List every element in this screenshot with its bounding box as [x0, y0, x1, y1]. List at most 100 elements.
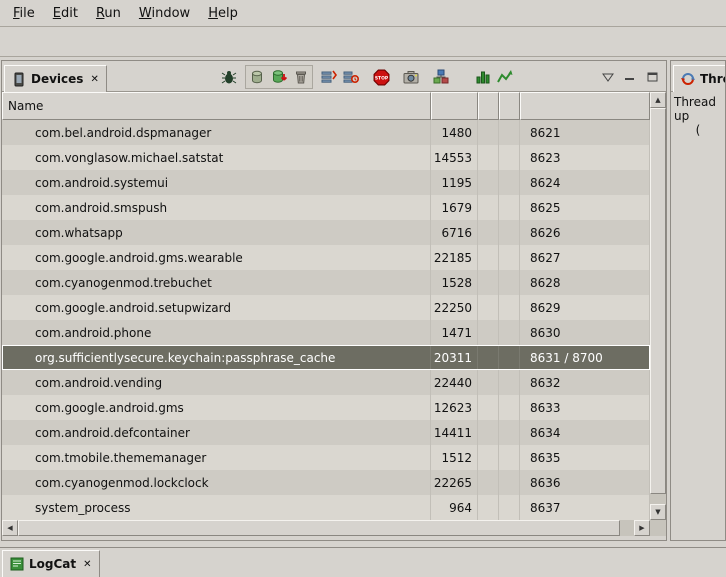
logcat-tab-label: LogCat	[29, 557, 76, 571]
systrace-button[interactable]	[472, 66, 494, 88]
threads-tabbar: Threads	[671, 61, 725, 92]
column-header-empty-1[interactable]	[478, 92, 499, 120]
devices-tabbar: Devices ✕	[2, 61, 666, 92]
menu-edit[interactable]: Edit	[44, 2, 87, 25]
table-row[interactable]: com.android.phone 1471 8630	[2, 320, 650, 345]
minimize-button[interactable]	[619, 66, 641, 88]
process-port: 8629	[520, 295, 650, 320]
dump-view-hierarchy-button[interactable]	[430, 66, 452, 88]
camera-icon	[403, 69, 419, 85]
column-header-pid[interactable]	[431, 92, 478, 120]
process-cell-empty-2	[499, 220, 520, 245]
table-row[interactable]: system_process 964 8637	[2, 495, 650, 520]
process-cell-empty-1	[478, 195, 499, 220]
table-row[interactable]: com.android.smspush 1679 8625	[2, 195, 650, 220]
process-pid: 1195	[431, 170, 478, 195]
horizontal-scroll-thumb[interactable]	[18, 520, 620, 536]
opengl-trace-button[interactable]	[494, 66, 516, 88]
process-port: 8632	[520, 370, 650, 395]
device-phone-icon	[12, 72, 26, 87]
process-port: 8624	[520, 170, 650, 195]
process-cell-empty-2	[499, 320, 520, 345]
column-header-empty-2[interactable]	[499, 92, 520, 120]
update-threads-icon	[321, 69, 337, 85]
view-menu-button[interactable]	[597, 66, 619, 88]
table-row[interactable]: com.android.vending 22440 8632	[2, 370, 650, 395]
debug-icon	[221, 69, 237, 85]
process-cell-empty-1	[478, 170, 499, 195]
process-pid: 964	[431, 495, 478, 520]
table-row[interactable]: com.android.defcontainer 14411 8634	[2, 420, 650, 445]
process-port: 8625	[520, 195, 650, 220]
table-row[interactable]: com.cyanogenmod.trebuchet 1528 8628	[2, 270, 650, 295]
scroll-up-icon[interactable]: ▲	[650, 92, 666, 108]
process-name: com.android.vending	[2, 370, 431, 395]
table-row[interactable]: com.vonglasow.michael.satstat 14553 8623	[2, 145, 650, 170]
process-name: com.android.systemui	[2, 170, 431, 195]
horizontal-scroll-track[interactable]	[620, 520, 634, 536]
menu-file[interactable]: File	[4, 2, 44, 25]
screen-capture-button[interactable]	[400, 66, 422, 88]
process-name: com.google.android.gms.wearable	[2, 245, 431, 270]
process-cell-empty-2	[499, 445, 520, 470]
menu-help[interactable]: Help	[199, 2, 247, 25]
table-row[interactable]: com.bel.android.dspmanager 1480 8621	[2, 120, 650, 145]
main-area: Devices ✕	[0, 59, 726, 577]
debug-button[interactable]	[218, 66, 240, 88]
process-cell-empty-1	[478, 270, 499, 295]
table-row[interactable]: com.google.android.gms.wearable 22185 86…	[2, 245, 650, 270]
svg-text:STOP: STOP	[374, 75, 388, 81]
horizontal-scrollbar[interactable]: ◀ ▶	[2, 520, 650, 536]
process-cell-empty-1	[478, 495, 499, 520]
process-port: 8626	[520, 220, 650, 245]
dump-hprof-button[interactable]	[268, 66, 290, 88]
table-row[interactable]: com.android.systemui 1195 8624	[2, 170, 650, 195]
start-method-profiling-button[interactable]	[340, 66, 362, 88]
process-cell-empty-1	[478, 345, 499, 370]
tab-threads[interactable]: Threads	[673, 65, 726, 92]
tab-devices[interactable]: Devices ✕	[4, 65, 107, 92]
cause-gc-button[interactable]	[290, 66, 312, 88]
process-cell-empty-2	[499, 395, 520, 420]
table-row[interactable]: com.google.android.gms 12623 8633	[2, 395, 650, 420]
close-icon[interactable]: ✕	[81, 559, 91, 570]
table-row[interactable]: com.cyanogenmod.lockclock 22265 8636	[2, 470, 650, 495]
close-icon[interactable]: ✕	[88, 74, 98, 85]
update-threads-button[interactable]	[318, 66, 340, 88]
vertical-scroll-track[interactable]	[650, 494, 666, 504]
process-cell-empty-1	[478, 420, 499, 445]
table-row[interactable]: com.whatsapp 6716 8626	[2, 220, 650, 245]
table-row[interactable]: org.sufficientlysecure.keychain:passphra…	[2, 345, 650, 370]
process-cell-empty-2	[499, 370, 520, 395]
update-heap-icon	[249, 69, 265, 85]
process-name: com.google.android.setupwizard	[2, 295, 431, 320]
process-name: system_process	[2, 495, 431, 520]
menu-window[interactable]: Window	[130, 2, 199, 25]
table-row[interactable]: com.google.android.setupwizard 22250 862…	[2, 295, 650, 320]
scroll-down-icon[interactable]: ▼	[650, 504, 666, 520]
table-row[interactable]: com.tmobile.thememanager 1512 8635	[2, 445, 650, 470]
scroll-right-icon[interactable]: ▶	[634, 520, 650, 536]
process-pid: 1679	[431, 195, 478, 220]
column-header-port[interactable]	[520, 92, 650, 120]
menu-run[interactable]: Run	[87, 2, 130, 25]
process-port: 8623	[520, 145, 650, 170]
opengl-trace-icon	[497, 69, 513, 85]
update-heap-button[interactable]	[246, 66, 268, 88]
maximize-button[interactable]	[641, 66, 663, 88]
stop-process-button[interactable]: STOP	[370, 66, 392, 88]
column-header-name[interactable]: Name	[2, 92, 431, 120]
scroll-left-icon[interactable]: ◀	[2, 520, 18, 536]
logcat-panel: LogCat ✕	[0, 547, 726, 577]
process-cell-empty-1	[478, 395, 499, 420]
toolbar-strip	[0, 27, 726, 57]
vertical-scrollbar[interactable]: ▲ ▼	[650, 92, 666, 520]
process-pid: 22265	[431, 470, 478, 495]
process-name: com.bel.android.dspmanager	[2, 120, 431, 145]
process-pid: 22185	[431, 245, 478, 270]
process-name: com.whatsapp	[2, 220, 431, 245]
tab-logcat[interactable]: LogCat ✕	[2, 550, 100, 577]
process-cell-empty-2	[499, 245, 520, 270]
process-port: 8631 / 8700	[520, 345, 650, 370]
vertical-scroll-thumb[interactable]	[650, 108, 666, 494]
